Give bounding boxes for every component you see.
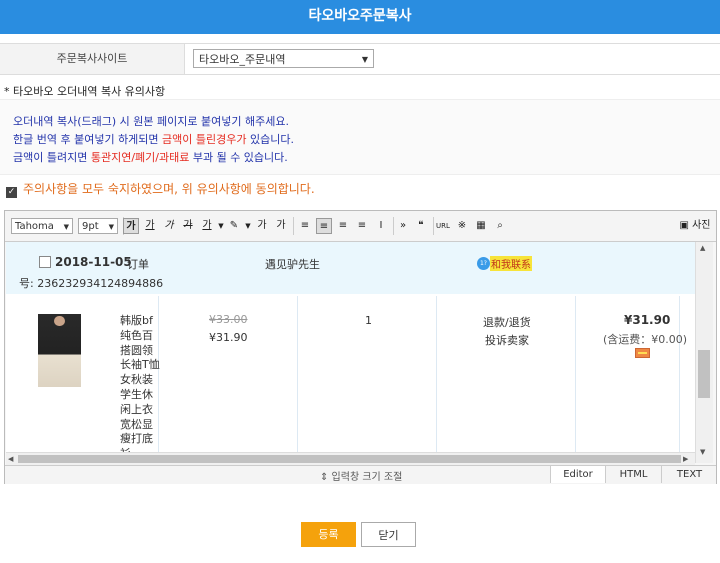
submit-button[interactable]: 등록: [301, 522, 356, 547]
contact-seller-link[interactable]: 1? 和我联系: [477, 256, 532, 271]
align-left-icon[interactable]: ≡: [297, 218, 313, 234]
scroll-right-icon: ▶: [683, 455, 689, 463]
scroll-left-icon: ◀: [8, 455, 14, 463]
scroll-up-icon: ▲: [700, 244, 706, 252]
order-number: 号: 236232934124894886: [19, 277, 164, 290]
table-icon[interactable]: ▦: [473, 218, 489, 234]
special-char-icon[interactable]: ※: [454, 218, 470, 234]
agree-checkbox-row[interactable]: ✓ 주의사항을 모두 숙지하였으며, 위 유의사항에 동의합니다.: [6, 180, 315, 198]
site-select[interactable]: 타오바오_주문내역 ▼: [193, 49, 374, 68]
editor-bottom-bar: ⇕ 입력창 크기 조절 Editor HTML TEXT: [5, 465, 716, 484]
font-family-select[interactable]: Tahoma ▼: [11, 218, 73, 234]
strikethrough-button[interactable]: 가: [180, 218, 196, 234]
scroll-thumb[interactable]: [698, 350, 710, 398]
image-icon: ▣: [679, 220, 689, 231]
editor-content[interactable]: 2018-11-05 订单 号: 236232934124894886 遇见驴先…: [6, 242, 695, 463]
credit-card-icon: [635, 348, 650, 358]
refund-link[interactable]: 退款/退货: [483, 314, 531, 330]
order-total: ¥31.90: [624, 313, 671, 327]
rich-text-editor: Tahoma ▼ 9pt ▼ 가 가 가 가 가 ▼ ✎ ▼ 가 가 ≡ ≡ ≡ ≡…: [4, 210, 717, 484]
vertical-scrollbar[interactable]: ▲ ▼: [695, 242, 713, 463]
shipping-fee: (含运费：¥0.00): [603, 333, 688, 346]
sale-price: ¥31.90: [209, 331, 248, 344]
search-icon[interactable]: ⌕: [492, 218, 508, 234]
chevron-down-icon: ▼: [108, 223, 114, 231]
notice-box: 오더내역 복사(드래그) 시 원본 페이지로 붙여넣기 해주세요. 한글 번역 …: [0, 99, 720, 175]
site-label: 주문복사사이트: [0, 44, 185, 74]
order-date: 2018-11-05: [55, 255, 132, 269]
notice-line-3: 금액이 틀려지면 통관지연/폐기/과태료 부과 될 수 있습니다.: [13, 151, 288, 164]
scroll-down-icon: ▼: [700, 448, 706, 456]
order-label: 订单: [127, 258, 149, 271]
notice-line-2: 한글 번역 후 붙여넣기 하게되면 금액이 틀린경우가 있습니다.: [13, 133, 294, 146]
notice-heading: * 타오바오 오더내역 복사 유의사항: [4, 85, 166, 98]
quantity: 1: [365, 314, 372, 327]
link-url-icon[interactable]: URL: [435, 218, 451, 234]
product-image: [38, 314, 81, 387]
editor-toolbar: Tahoma ▼ 9pt ▼ 가 가 가 가 가 ▼ ✎ ▼ 가 가 ≡ ≡ ≡ ≡…: [5, 211, 716, 242]
align-center-icon[interactable]: ≡: [316, 218, 332, 234]
site-select-value: 타오바오_주문내역: [199, 53, 286, 66]
superscript-button[interactable]: 가: [254, 218, 270, 234]
dropdown-arrow-icon: ▼: [361, 55, 368, 64]
notice-warning-text: 금액이 틀린경우가: [162, 133, 247, 146]
font-size-select[interactable]: 9pt ▼: [78, 218, 118, 234]
agree-label: 주의사항을 모두 숙지하였으며, 위 유의사항에 동의합니다.: [23, 182, 315, 196]
original-price: ¥33.00: [209, 313, 248, 326]
notice-penalty-text: 통관지연/폐기/과태료: [90, 151, 190, 164]
horizontal-scrollbar[interactable]: ◀ ▶: [6, 452, 695, 465]
align-right-icon[interactable]: ≡: [335, 218, 351, 234]
close-button[interactable]: 닫기: [361, 522, 416, 547]
underline-button[interactable]: 가: [142, 218, 158, 234]
dialog-title: 타오바오주문복사: [0, 0, 720, 34]
tab-text[interactable]: TEXT: [661, 466, 717, 483]
chat-bubble-icon: 1?: [477, 257, 490, 270]
site-row: 주문복사사이트 타오바오_주문내역 ▼: [0, 43, 720, 75]
seller-name: 遇见驴先生: [265, 258, 320, 271]
line-height-icon[interactable]: I: [373, 218, 389, 234]
quote-icon[interactable]: ❝: [413, 218, 429, 234]
bold-button[interactable]: 가: [123, 218, 139, 234]
scroll-thumb-horizontal[interactable]: [18, 455, 681, 463]
align-justify-icon[interactable]: ≡: [354, 218, 370, 234]
product-title: 韩版bf纯色百搭圆领长袖T恤女秋装学生休闲上衣宽松显瘦打底衫: [120, 314, 160, 460]
notice-line-1: 오더내역 복사(드래그) 시 원본 페이지로 붙여넣기 해주세요.: [13, 115, 289, 128]
more-options-icon[interactable]: »: [395, 218, 411, 234]
italic-button[interactable]: 가: [161, 218, 177, 234]
chevron-down-icon: ▼: [63, 223, 69, 231]
resize-handle[interactable]: ⇕ 입력창 크기 조절: [320, 468, 402, 483]
complain-link[interactable]: 投诉卖家: [485, 332, 529, 348]
order-checkbox[interactable]: [39, 256, 51, 268]
tab-editor[interactable]: Editor: [550, 466, 605, 483]
photo-button[interactable]: ▣ 사진: [675, 218, 715, 234]
subscript-button[interactable]: 가: [273, 218, 289, 234]
tab-html[interactable]: HTML: [605, 466, 661, 483]
checkbox-checked-icon[interactable]: ✓: [6, 187, 17, 198]
order-header: 2018-11-05 订单 号: 236232934124894886 遇见驴先…: [6, 242, 695, 294]
